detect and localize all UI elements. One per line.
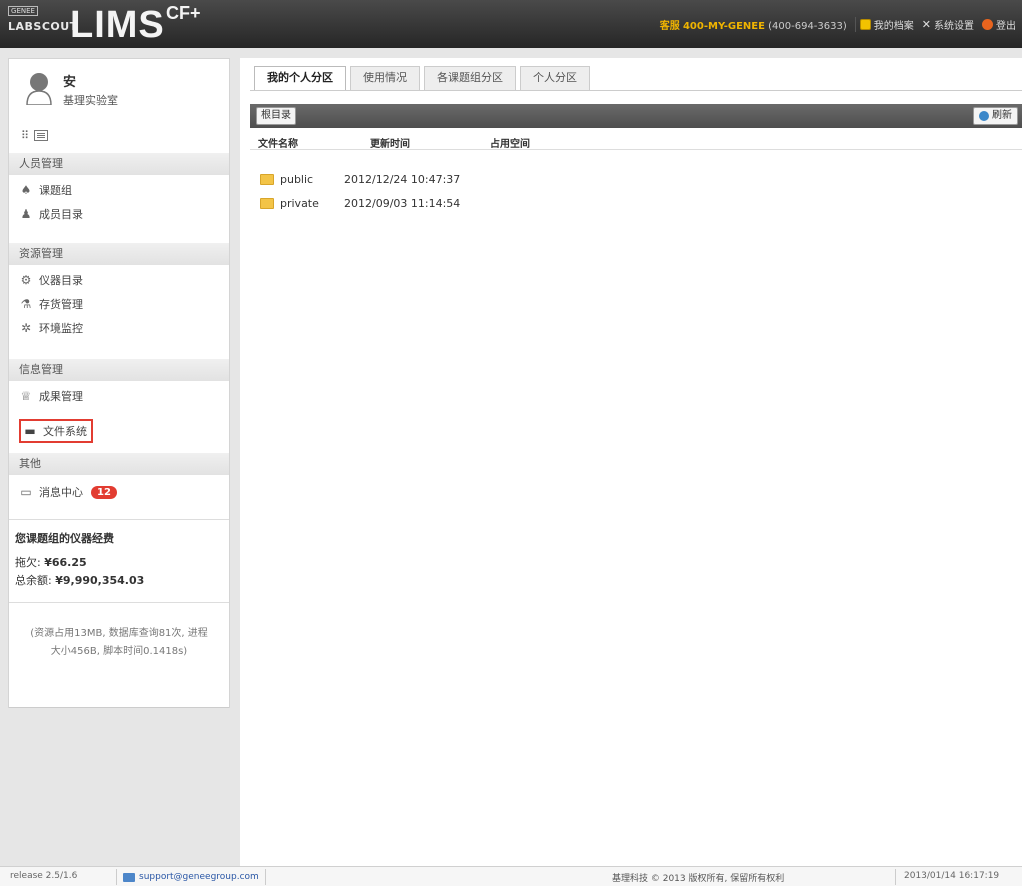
avatar[interactable] bbox=[25, 71, 53, 105]
logout-icon bbox=[982, 18, 993, 30]
file-updated-time: 2012/09/03 11:14:54 bbox=[344, 197, 461, 210]
column-file-name[interactable]: 文件名称 bbox=[258, 135, 298, 150]
section-resources: 资源管理 bbox=[9, 243, 229, 265]
inventory-icon: ⚗ bbox=[20, 297, 32, 311]
my-profile-link[interactable]: 我的档案 bbox=[856, 17, 918, 32]
main-panel: 我的个人分区 使用情况 各课题组分区 个人分区 根目录 刷新 文件名称 更新时间… bbox=[240, 58, 1022, 866]
sidebar-item-label: 环境监控 bbox=[39, 322, 83, 335]
list-view-icon[interactable] bbox=[34, 130, 49, 141]
footer: release 2.5/1.6 support@geneegroup.com 基… bbox=[0, 866, 1022, 886]
member-icon: ♟ bbox=[20, 207, 32, 221]
instrument-icon: ⚙ bbox=[20, 273, 32, 287]
sidebar-item-label: 文件系统 bbox=[43, 425, 87, 438]
copyright: 基理科技 © 2013 版权所有, 保留所有权利 bbox=[612, 874, 785, 884]
sidebar-item-environment[interactable]: ✲ 环境监控 bbox=[19, 317, 83, 339]
support-hotline: 客服 400-MY-GENEE (400-694-3633) bbox=[652, 16, 856, 32]
file-name-link[interactable]: public bbox=[280, 173, 313, 186]
column-updated-time[interactable]: 更新时间 bbox=[370, 135, 410, 150]
sidebar-item-members[interactable]: ♟ 成员目录 bbox=[19, 203, 83, 225]
root-directory-button[interactable]: 根目录 bbox=[256, 107, 296, 125]
view-toggle[interactable]: ⠿ bbox=[21, 129, 49, 142]
message-count-badge: 12 bbox=[91, 485, 117, 499]
support-email[interactable]: support@geneegroup.com bbox=[139, 872, 259, 882]
fee-title: 您课题组的仪器经费 bbox=[15, 532, 114, 545]
sidebar-item-messages[interactable]: ▭ 消息中心 12 bbox=[19, 481, 117, 503]
section-information: 信息管理 bbox=[9, 359, 229, 381]
sidebar-item-label: 消息中心 bbox=[39, 486, 83, 499]
top-bar: GENEE LABSCOUT LIMS CF+ 客服 400-MY-GENEE … bbox=[0, 0, 1022, 48]
achievement-icon: ♕ bbox=[20, 389, 32, 403]
sidebar: 安 基理实验室 ⠿ 人员管理 ♠ 课题组 ♟ 成员目录 资源管理 ⚙ 仪器目录 … bbox=[8, 58, 230, 708]
user-card: 安 基理实验室 bbox=[9, 59, 229, 121]
logo-genee: GENEE bbox=[8, 6, 38, 16]
performance-stats: (资源占用13MB, 数据库查询81次, 进程大小456B, 脚本时间0.141… bbox=[9, 602, 229, 661]
tab-my-partition[interactable]: 我的个人分区 bbox=[254, 66, 346, 91]
sidebar-item-achievements[interactable]: ♕ 成果管理 bbox=[19, 385, 83, 407]
refresh-icon bbox=[979, 111, 989, 121]
sidebar-item-file-system[interactable]: ▬ 文件系统 bbox=[19, 419, 93, 443]
refresh-button[interactable]: 刷新 bbox=[973, 107, 1018, 125]
fee-balance: 总余额: ¥9,990,354.03 bbox=[15, 572, 223, 588]
logo-labscout: LABSCOUT bbox=[8, 20, 78, 33]
envelope-icon bbox=[123, 872, 135, 882]
system-settings-label: 系统设置 bbox=[934, 20, 974, 32]
table-row[interactable]: public 2012/12/24 10:47:37 bbox=[250, 170, 1022, 190]
column-space-used[interactable]: 占用空间 bbox=[490, 135, 530, 150]
environment-icon: ✲ bbox=[20, 321, 32, 335]
tab-usage[interactable]: 使用情况 bbox=[350, 66, 420, 90]
grid-view-icon[interactable]: ⠿ bbox=[21, 129, 29, 142]
sidebar-item-inventory[interactable]: ⚗ 存货管理 bbox=[19, 293, 83, 315]
folder-icon bbox=[260, 198, 274, 209]
sidebar-item-label: 仪器目录 bbox=[39, 274, 83, 287]
system-settings-link[interactable]: ✕ 系统设置 bbox=[918, 17, 978, 32]
fee-arrears-value: ¥66.25 bbox=[44, 556, 87, 569]
sidebar-item-label: 课题组 bbox=[39, 184, 72, 197]
section-other: 其他 bbox=[9, 453, 229, 475]
user-lab[interactable]: 基理实验室 bbox=[63, 92, 118, 108]
fee-arrears: 拖欠: ¥66.25 bbox=[15, 554, 223, 570]
file-table-header: 文件名称 更新时间 占用空间 bbox=[250, 132, 1022, 150]
tab-personal-partitions[interactable]: 个人分区 bbox=[520, 66, 590, 90]
profile-icon bbox=[859, 18, 871, 30]
sidebar-item-groups[interactable]: ♠ 课题组 bbox=[19, 179, 72, 201]
hotline-alt: (400-694-3633) bbox=[768, 20, 847, 32]
support-email-link[interactable]: support@geneegroup.com bbox=[116, 869, 266, 885]
tab-bar: 我的个人分区 使用情况 各课题组分区 个人分区 bbox=[254, 66, 590, 91]
fee-balance-label: 总余额: bbox=[15, 574, 52, 587]
table-row[interactable]: private 2012/09/03 11:14:54 bbox=[250, 194, 1022, 214]
refresh-label: 刷新 bbox=[992, 110, 1012, 121]
release-version: release 2.5/1.6 bbox=[10, 871, 78, 881]
user-name[interactable]: 安 bbox=[63, 71, 76, 90]
sidebar-item-label: 成员目录 bbox=[39, 208, 83, 221]
logo-cf-plus: CF+ bbox=[166, 3, 201, 23]
fee-balance-value: ¥9,990,354.03 bbox=[55, 574, 145, 587]
group-icon: ♠ bbox=[20, 183, 32, 197]
my-profile-label: 我的档案 bbox=[873, 20, 914, 32]
tab-group-partitions[interactable]: 各课题组分区 bbox=[424, 66, 516, 90]
file-updated-time: 2012/12/24 10:47:37 bbox=[344, 173, 461, 186]
sidebar-item-label: 成果管理 bbox=[39, 390, 83, 403]
logo-lims: LIMS bbox=[70, 4, 165, 46]
sidebar-item-instruments[interactable]: ⚙ 仪器目录 bbox=[19, 269, 83, 291]
logout-link[interactable]: 登出 bbox=[978, 17, 1020, 32]
wrench-icon: ✕ bbox=[921, 17, 931, 31]
fee-arrears-label: 拖欠: bbox=[15, 556, 41, 569]
folder-icon: ▬ bbox=[24, 424, 36, 438]
sidebar-item-label: 存货管理 bbox=[39, 298, 83, 311]
hotline-prefix: 客服 bbox=[659, 20, 680, 32]
sidebar-divider bbox=[9, 707, 229, 708]
file-name-link[interactable]: private bbox=[280, 197, 319, 210]
logout-label: 登出 bbox=[996, 20, 1016, 32]
hotline-number: 400-MY-GENEE bbox=[682, 20, 765, 32]
top-right-menu: 客服 400-MY-GENEE (400-694-3633) 我的档案 ✕ 系统… bbox=[652, 0, 1020, 48]
server-timestamp: 2013/01/14 16:17:19 bbox=[895, 869, 999, 885]
message-icon: ▭ bbox=[20, 485, 32, 499]
section-personnel: 人员管理 bbox=[9, 153, 229, 175]
instrument-fee-panel: 您课题组的仪器经费 拖欠: ¥66.25 总余额: ¥9,990,354.03 bbox=[9, 519, 229, 590]
folder-icon bbox=[260, 174, 274, 185]
tab-divider bbox=[250, 90, 1022, 91]
file-toolbar: 根目录 刷新 bbox=[250, 104, 1022, 128]
